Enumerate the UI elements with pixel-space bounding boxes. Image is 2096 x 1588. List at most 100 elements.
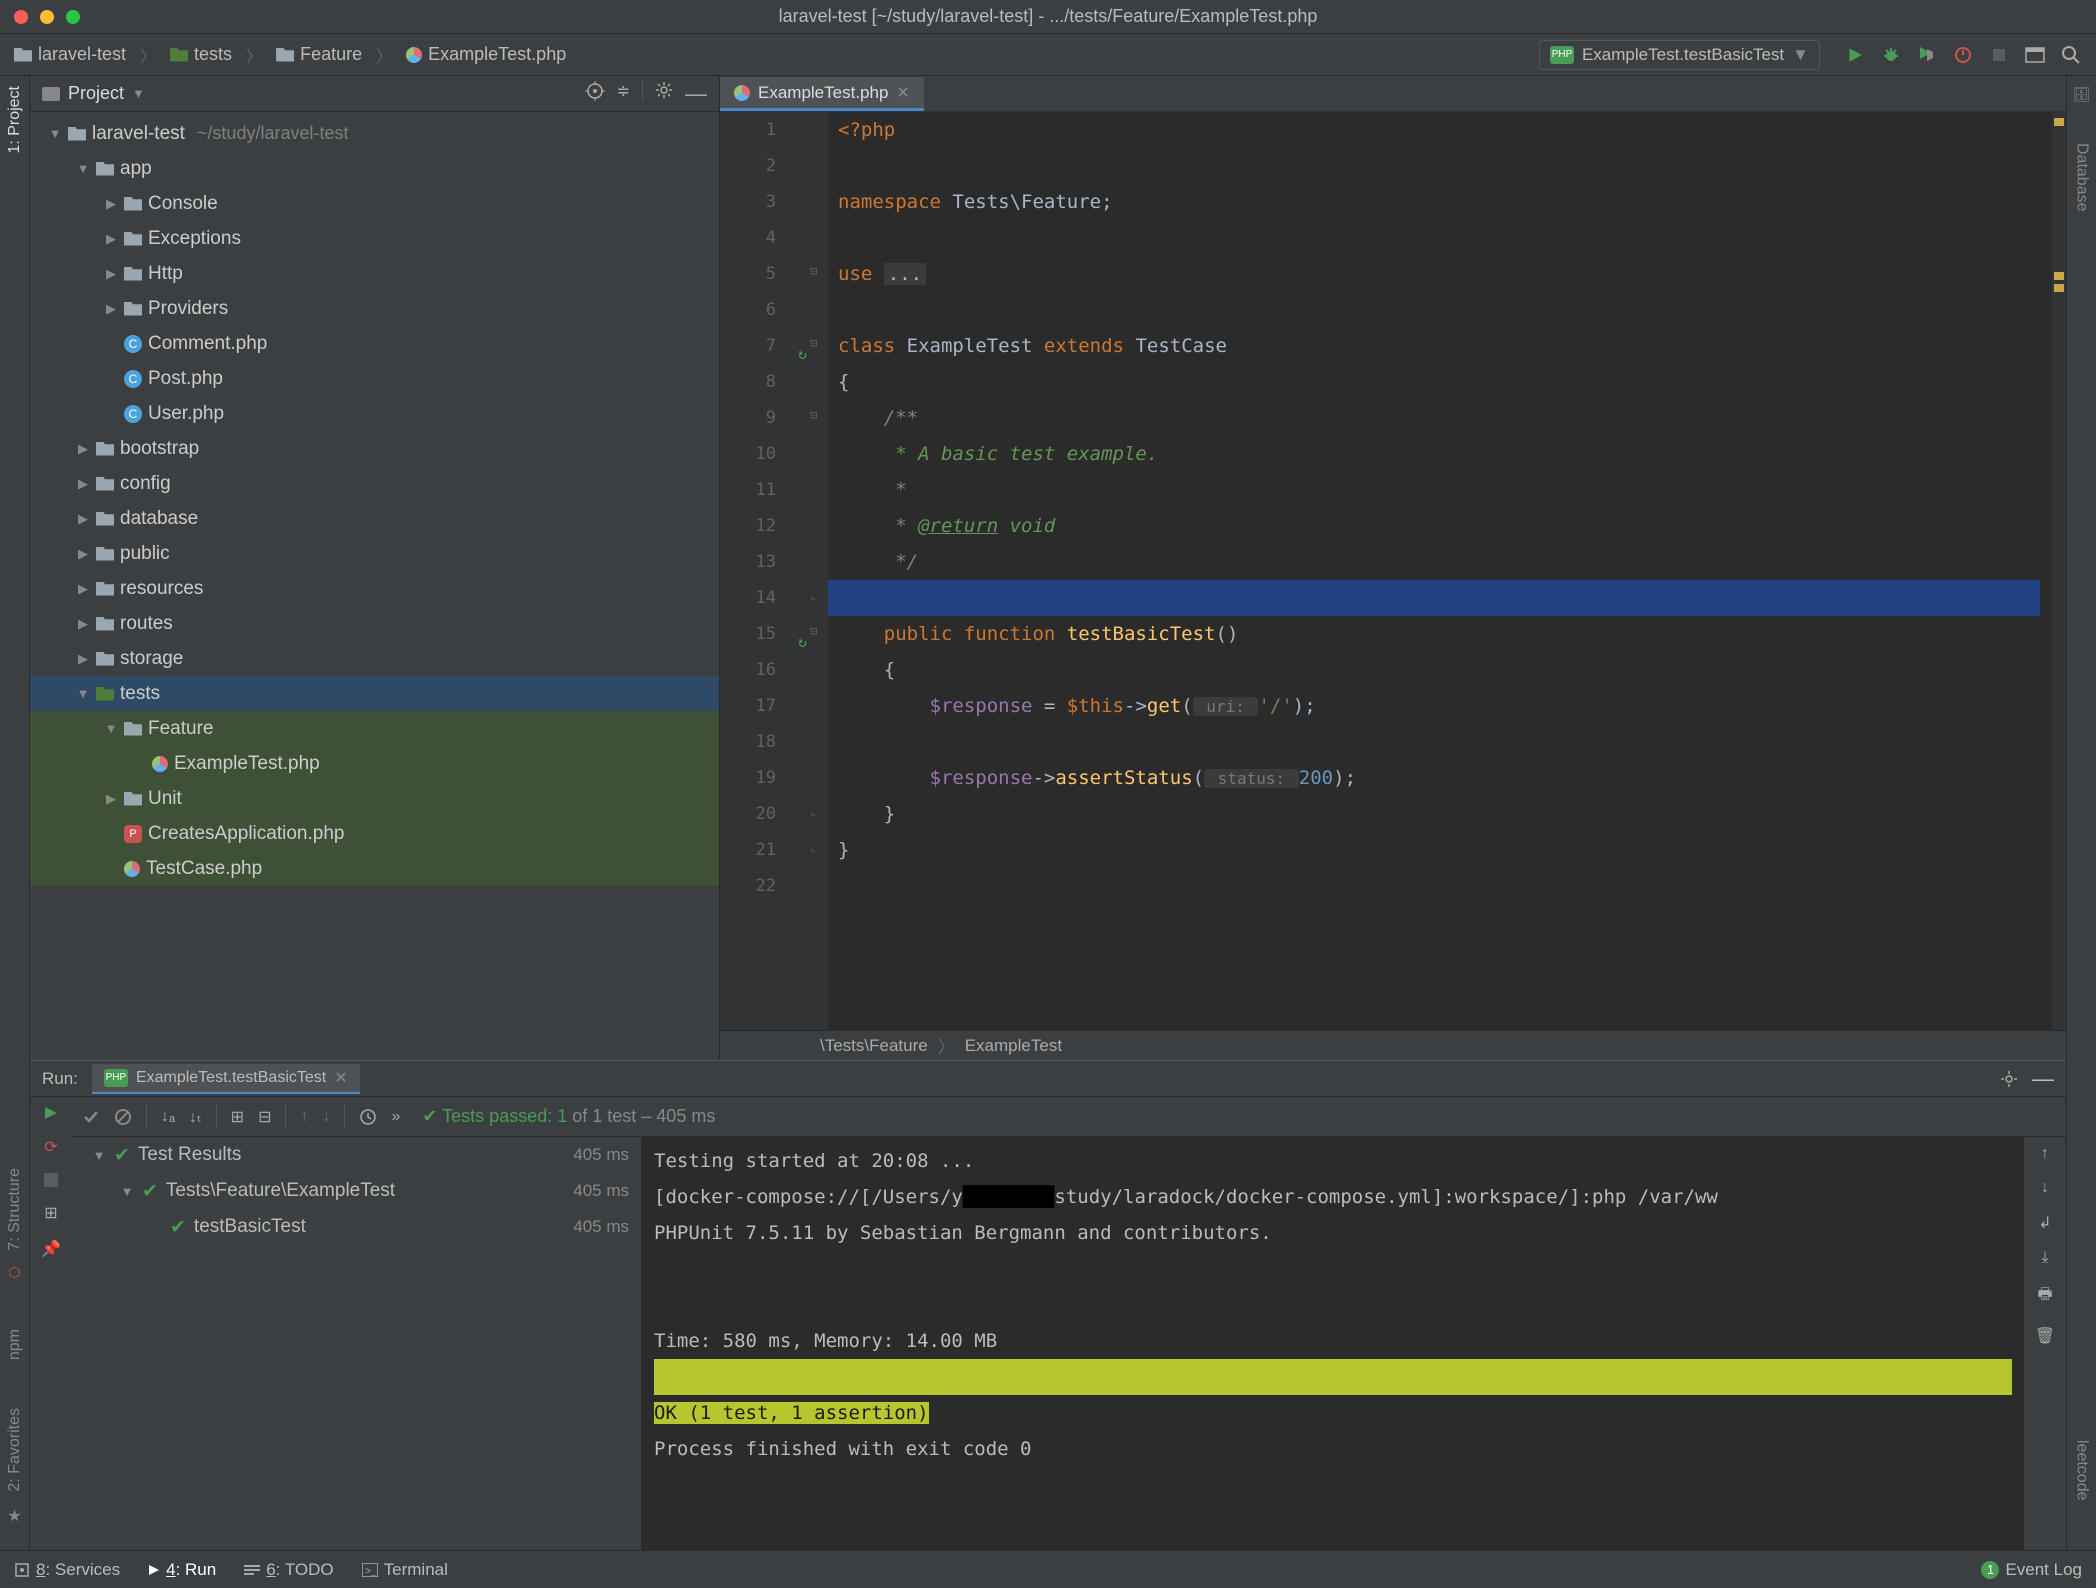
close-window-button[interactable] [14,10,28,24]
tree-arrow-icon[interactable]: ▼ [104,721,118,736]
test-tree[interactable]: ▼✔Test Results405 ms▼✔Tests\Feature\Exam… [72,1137,642,1550]
structure-tool-button[interactable]: 7: Structure [6,1168,24,1251]
breadcrumb-tests[interactable]: tests [170,44,232,65]
next-test-button[interactable]: ↓ [322,1108,330,1126]
npm-tool-button[interactable]: npm [6,1329,24,1360]
tree-row[interactable]: ▶config [30,466,719,501]
rerun-button[interactable] [43,1105,59,1121]
run-button[interactable] [1844,44,1866,66]
soft-wrap-button[interactable]: ↲ [2038,1213,2051,1233]
tree-row[interactable]: ▼laravel-test~/study/laravel-test [30,116,719,151]
test-history-button[interactable] [359,1108,377,1126]
tree-row[interactable]: ExampleTest.php [30,746,719,781]
favorites-tool-button[interactable]: 2: Favorites [6,1408,24,1492]
layout-button[interactable] [2024,44,2046,66]
run-gutter-icon[interactable]: ↻ [798,624,807,660]
up-button[interactable]: ↑ [2041,1145,2049,1163]
down-button[interactable]: ↓ [2041,1179,2049,1197]
breadcrumb-feature[interactable]: Feature [276,44,362,65]
tree-arrow-icon[interactable]: ▶ [104,266,118,282]
sort-duration-button[interactable]: ↓ₜ [189,1107,202,1127]
debug-button[interactable] [1880,44,1902,66]
prev-test-button[interactable]: ↑ [300,1108,308,1126]
tree-arrow-icon[interactable]: ▶ [76,581,90,597]
expand-all-icon[interactable]: ≑ [617,81,630,107]
close-tab-icon[interactable]: ✕ [896,83,909,103]
breadcrumb2-class[interactable]: ExampleTest [965,1036,1062,1056]
test-tree-row[interactable]: ▼✔Test Results405 ms [72,1137,641,1173]
hide-panel-icon[interactable]: — [685,81,707,107]
breadcrumb2-namespace[interactable]: \Tests\Feature [820,1036,928,1056]
collapse-all-button[interactable]: ⊟ [258,1107,271,1127]
show-passed-toggle[interactable] [82,1108,100,1126]
profile-button[interactable] [1952,44,1974,66]
console-output[interactable]: Testing started at 20:08 ... [docker-com… [642,1137,2024,1550]
tree-arrow-icon[interactable]: ▶ [104,791,118,807]
project-tree[interactable]: ▼laravel-test~/study/laravel-test▼app▶Co… [30,112,719,1060]
project-view-dropdown[interactable]: Project ▼ [42,83,575,104]
tree-row[interactable]: ▶resources [30,571,719,606]
show-ignored-toggle[interactable] [114,1108,132,1126]
event-log-button[interactable]: 1 Event Log [1981,1560,2082,1580]
tree-row[interactable]: ▶Unit [30,781,719,816]
tree-arrow-icon[interactable]: ▼ [76,686,90,701]
tree-row[interactable]: PCreatesApplication.php [30,816,719,851]
status-terminal[interactable]: >_ Terminal [362,1560,448,1580]
tree-arrow-icon[interactable]: ▶ [76,616,90,632]
tree-arrow-icon[interactable]: ▼ [48,126,62,141]
tree-row[interactable]: ▶bootstrap [30,431,719,466]
tree-row[interactable]: ▶Providers [30,291,719,326]
print-button[interactable]: 🖶 [2037,1283,2052,1310]
hide-panel-icon[interactable]: — [2032,1066,2054,1092]
tree-arrow-icon[interactable]: ▶ [104,301,118,317]
tree-arrow-icon[interactable]: ▶ [76,511,90,527]
editor-body[interactable]: 12345678910111213141516171819202122 ⊟ ⊟ … [720,112,2066,1030]
tree-row[interactable]: ▶public [30,536,719,571]
tree-row[interactable]: ▶database [30,501,719,536]
search-everywhere-button[interactable] [2060,44,2082,66]
editor-right-gutter[interactable] [2052,112,2066,1030]
gear-icon[interactable] [2000,1070,2018,1088]
line-number-gutter[interactable]: 12345678910111213141516171819202122 [720,112,806,1030]
tree-row[interactable]: ▶Console [30,186,719,221]
breadcrumb-root[interactable]: laravel-test [14,44,126,65]
tree-row[interactable]: ▶Exceptions [30,221,719,256]
tree-row[interactable]: ▼tests [30,676,719,711]
toggle-auto-test-button[interactable]: ⟳ [44,1137,57,1157]
zoom-window-button[interactable] [66,10,80,24]
tree-row[interactable]: TestCase.php [30,851,719,886]
tree-arrow-icon[interactable]: ▶ [104,231,118,247]
test-tree-row[interactable]: ▼✔Tests\Feature\ExampleTest405 ms [72,1173,641,1209]
gear-icon[interactable] [655,81,673,107]
status-run[interactable]: 4: Run [148,1560,216,1580]
minimize-window-button[interactable] [40,10,54,24]
tree-arrow-icon[interactable]: ▶ [76,441,90,457]
expand-all-button[interactable]: ⊞ [231,1107,244,1127]
tree-arrow-icon[interactable]: ▶ [76,476,90,492]
test-tree-row[interactable]: ✔testBasicTest405 ms [72,1209,641,1245]
close-tab-icon[interactable]: ✕ [334,1068,347,1088]
more-button[interactable]: » [391,1108,400,1126]
editor-tab[interactable]: ExampleTest.php ✕ [720,77,924,111]
tree-row[interactable]: ▶routes [30,606,719,641]
tree-arrow-icon[interactable]: ▼ [76,161,90,176]
scroll-to-end-button[interactable]: ⤓ [2041,1249,2048,1267]
status-services[interactable]: 8: Services [14,1560,120,1580]
coverage-button[interactable] [1916,44,1938,66]
status-todo[interactable]: 6: TODO [244,1560,333,1580]
fold-gutter[interactable]: ⊟ ⊟ ⊟ ⌞ ⊟ ⌞ ⌞ [806,112,828,1030]
tree-row[interactable]: ▶Http [30,256,719,291]
locate-icon[interactable] [585,81,605,107]
tree-arrow-icon[interactable]: ▶ [76,546,90,562]
sort-alpha-button[interactable]: ↓ₐ [161,1108,175,1126]
tree-row[interactable]: ▼app [30,151,719,186]
tree-row[interactable]: CUser.php [30,396,719,431]
run-gutter-icon[interactable]: ↻ [798,336,807,372]
clear-button[interactable]: 🗑 [2035,1326,2055,1346]
code-area[interactable]: 💡 ↻ ↻ <?php namespace Tests\Feature; use… [828,112,2052,1030]
tree-arrow-icon[interactable]: ▶ [104,196,118,212]
leetcode-tool-button[interactable]: leetcode [2073,1440,2091,1501]
breadcrumb-file[interactable]: ExampleTest.php [406,44,566,65]
tree-arrow-icon[interactable]: ▶ [76,651,90,667]
database-tool-button[interactable]: Database [2073,143,2091,212]
